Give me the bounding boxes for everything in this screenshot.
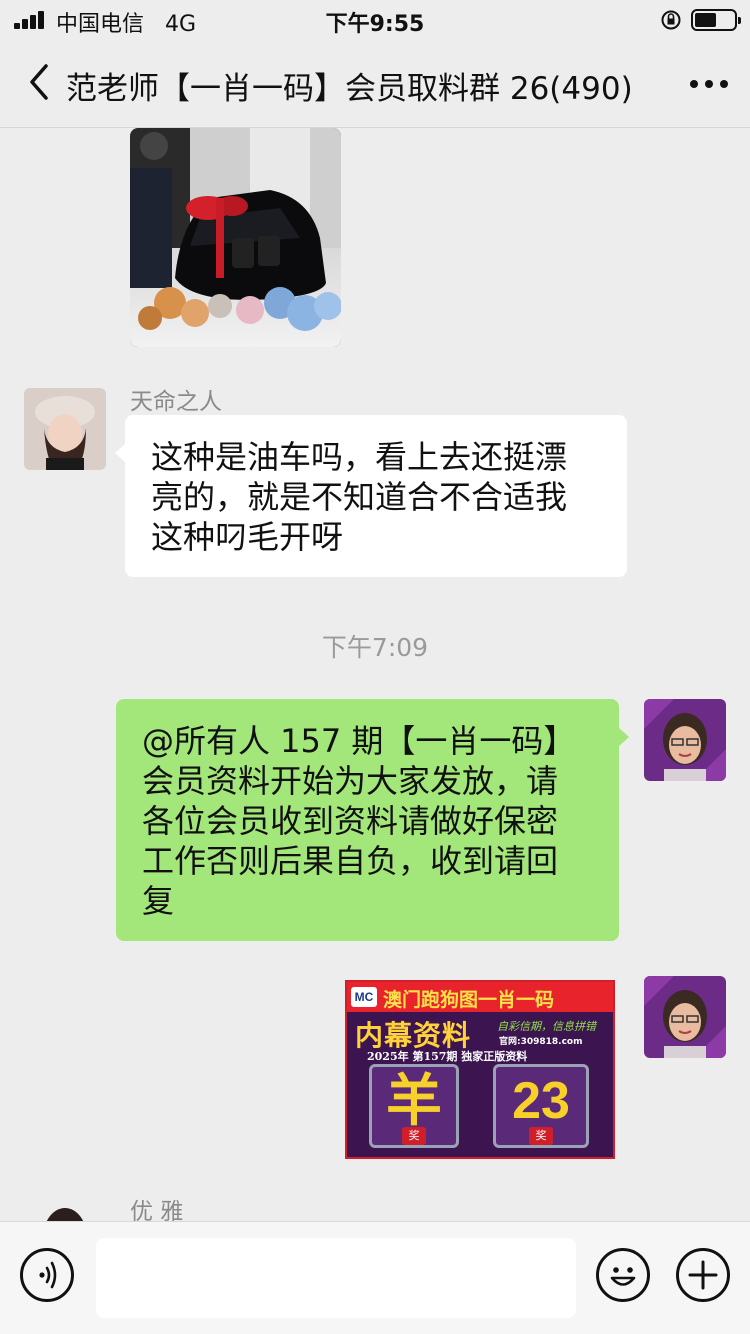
prize-mark: 奖 [529,1127,553,1145]
poster-issue-line: 2025年 第157期 独家正版资料 [367,1050,528,1063]
avatar-youya[interactable] [24,1198,106,1221]
voice-icon[interactable] [20,1248,74,1302]
emoji-icon[interactable] [596,1248,650,1302]
zodiac-character: 羊 [386,1068,442,1134]
chat-title: 范老师【一肖一码】会员取料群 26(490) [66,71,633,107]
message-line: 工作否则后果自负，收到请回 [142,842,559,880]
more-dots-icon[interactable] [690,80,730,90]
message-timestamp: 下午7:09 [321,633,429,662]
message-input[interactable] [96,1238,576,1318]
avatar-tianming[interactable] [24,388,106,470]
number-panel: 23 奖 [493,1064,589,1148]
poster-slogan: 自彩信期，信息拼错 [497,1020,596,1033]
poster-image-message[interactable]: MC 澳门跑狗图一肖一码 内幕资料 自彩信期，信息拼错 官网:309818.co… [345,980,615,1159]
message-line: 各位会员收到资料请做好保密 [142,802,559,840]
chat-area[interactable]: 天命之人 这种是油车吗，看上去还挺漂 亮的，就是不知道合不合适我 这种叼毛开呀 … [0,128,750,1221]
prize-mark: 奖 [402,1127,426,1145]
status-time: 下午9:55 [325,12,425,37]
message-bubble[interactable]: 这种是油车吗，看上去还挺漂 亮的，就是不知道合不合适我 这种叼毛开呀 [115,415,627,577]
nav-bar: 范老师【一肖一码】会员取料群 26(490) [0,40,750,128]
message-line: 会员资料开始为大家发放，请 [142,762,559,800]
sender-name: 天命之人 [130,389,222,415]
message-line: @所有人 157 期【一肖一码】 [142,722,576,760]
poster-headline: 澳门跑狗图一肖一码 [383,989,555,1011]
zodiac-panel: 羊 奖 [369,1064,459,1148]
message-line: 复 [142,882,175,920]
orientation-lock-icon [661,10,681,30]
message-line: 这种是油车吗，看上去还挺漂 [151,438,568,476]
avatar-self[interactable] [644,699,726,781]
message-line: 这种叼毛开呀 [151,518,344,556]
battery-icon [691,9,741,31]
message-line: 亮的，就是不知道合不合适我 [151,478,568,516]
lucky-number: 23 [512,1072,570,1130]
car-photo-message[interactable] [130,128,341,347]
poster-logo: MC [351,987,377,1007]
avatar-self[interactable] [644,976,726,1058]
plus-icon[interactable] [676,1248,730,1302]
poster-site: 官网:309818.com [499,1037,583,1047]
chevron-left-icon[interactable] [22,62,58,102]
message-bubble[interactable]: @所有人 157 期【一肖一码】 会员资料开始为大家发放，请 各位会员收到资料请… [116,699,629,941]
input-bar [0,1221,750,1334]
status-bar: 中国电信 4G 下午9:55 [0,0,750,40]
sender-name: 优 雅 [130,1199,184,1221]
